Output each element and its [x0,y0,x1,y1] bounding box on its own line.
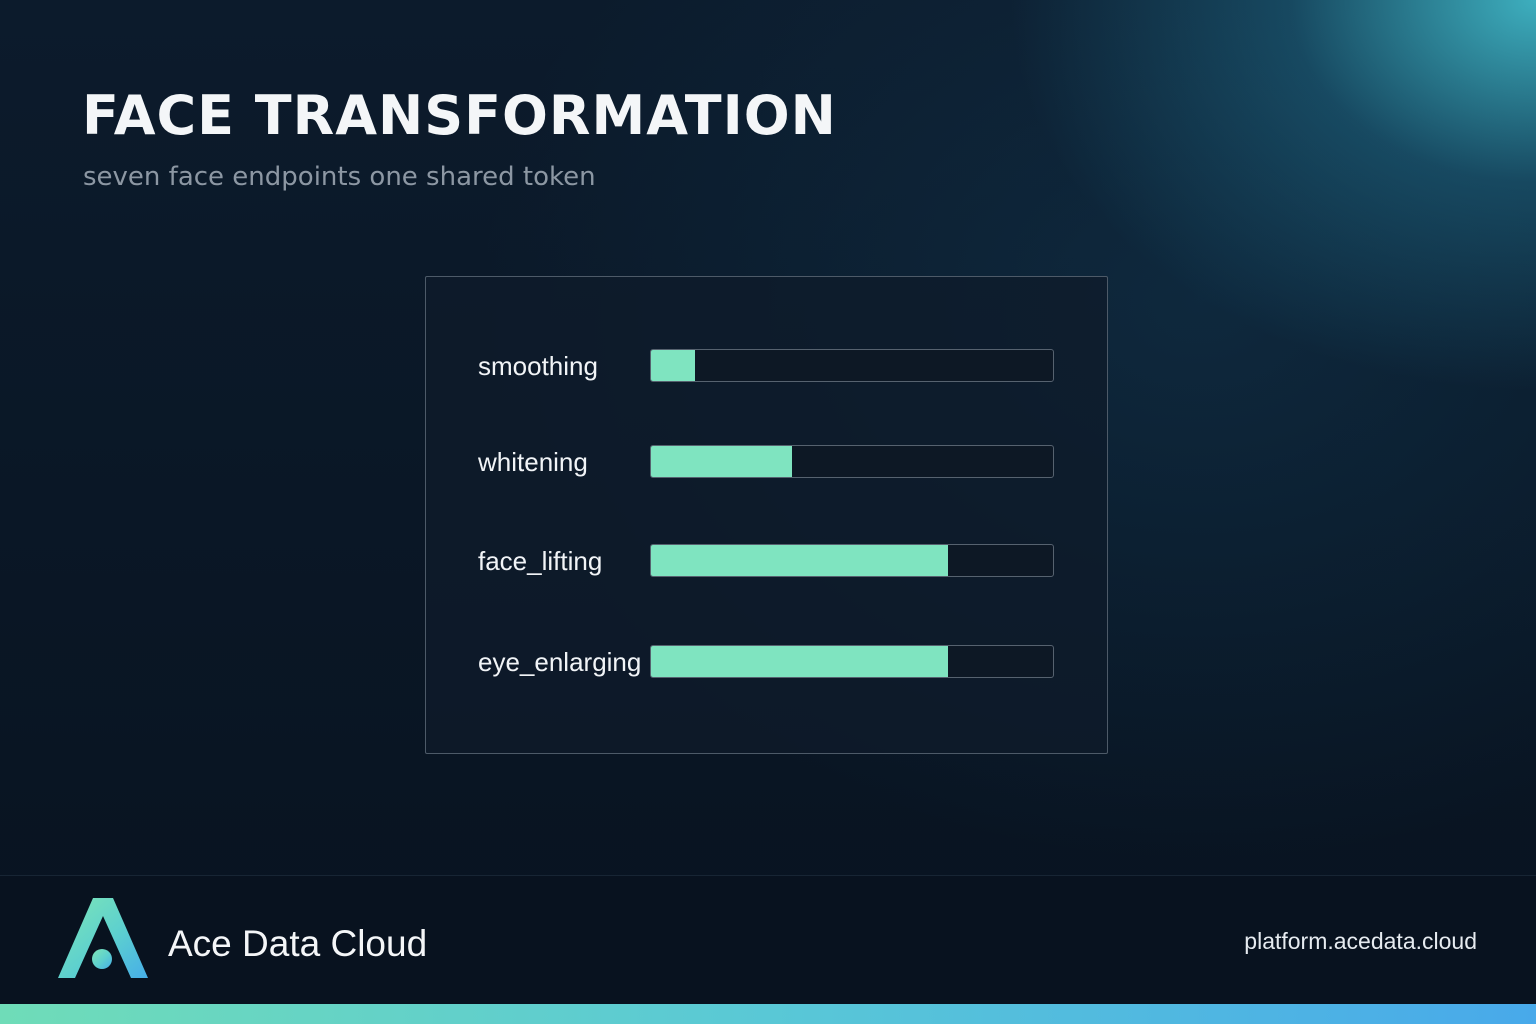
level-fill [651,545,949,576]
brand-name: Ace Data Cloud [168,923,428,964]
level-label: eye_enlarging [478,647,642,677]
level-row-face-lifting: face_lifting [426,544,1107,578]
page-subtitle: seven face endpoints one shared token [83,162,596,192]
level-row-whitening: whitening [426,445,1107,479]
accent-bar [0,1004,1536,1024]
level-track [650,544,1054,577]
level-track [650,349,1054,382]
level-label: whitening [478,447,588,477]
levels-panel: smoothing whitening face_lifting eye_enl… [425,276,1108,754]
level-fill [651,646,949,677]
level-fill [651,350,696,381]
ace-logo-icon [58,898,148,978]
level-fill [651,446,792,477]
level-label: face_lifting [478,546,603,576]
level-label: smoothing [478,351,598,381]
level-track [650,645,1054,678]
level-row-smoothing: smoothing [426,349,1107,383]
platform-url[interactable]: platform.acedata.cloud [1244,926,1477,956]
level-row-eye-enlarging: eye_enlarging [426,645,1107,679]
level-track [650,445,1054,478]
footer: Ace Data Cloud platform.acedata.cloud [0,875,1536,1004]
page-title: FACE TRANSFORMATION [82,84,837,147]
